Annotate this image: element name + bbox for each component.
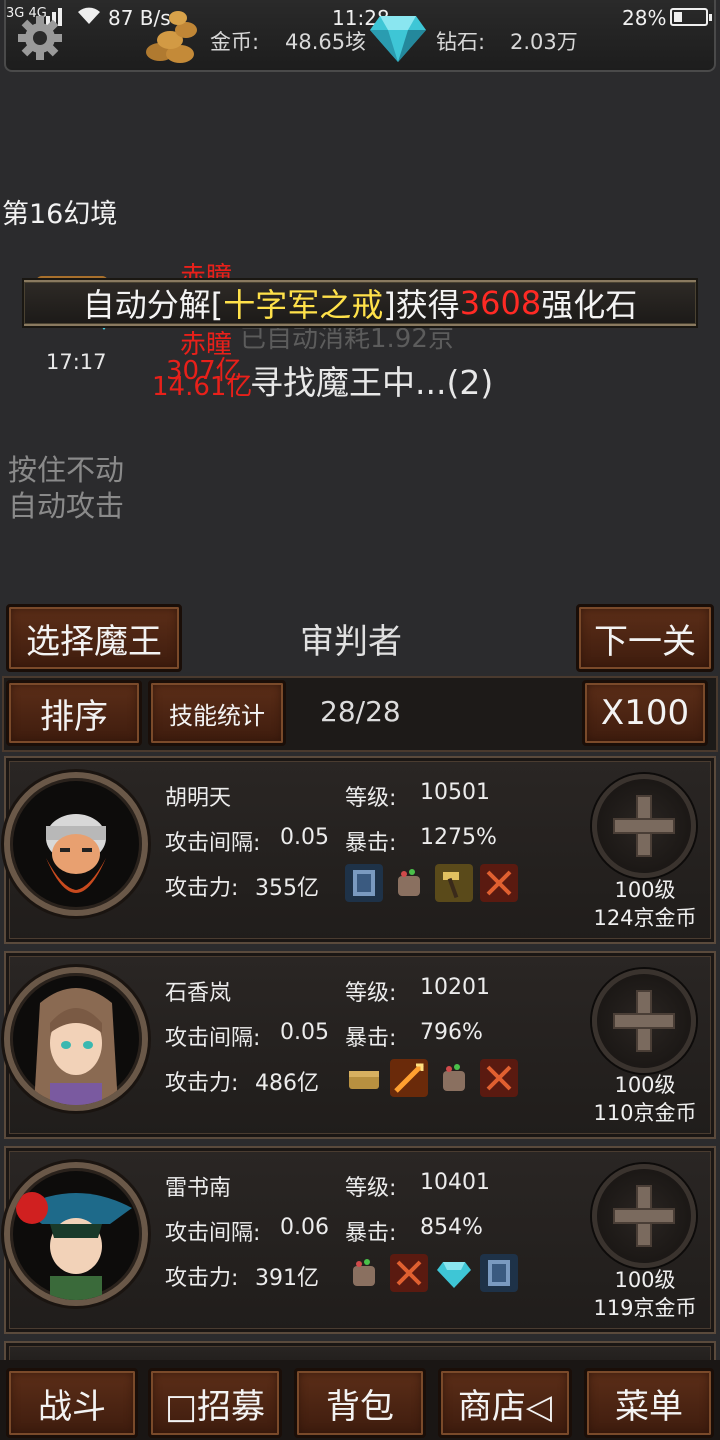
chest-timer: 17:17 xyxy=(46,350,107,374)
upgrade-plus-button[interactable] xyxy=(592,1164,696,1268)
cross-skill-icon[interactable] xyxy=(480,864,518,902)
battery-icon xyxy=(670,8,712,26)
nav-shop-button[interactable]: 商店◁ xyxy=(438,1368,572,1438)
nav-battle-button[interactable]: 战斗 xyxy=(6,1368,138,1438)
notice-amount: 3608 xyxy=(459,284,542,322)
crit-label: 暴击: xyxy=(345,1221,397,1246)
upgrade-info: 100级 110京金币 xyxy=(580,1071,710,1127)
gem-label: 钻石: xyxy=(436,30,486,54)
upgrade-info: 100级 119京金币 xyxy=(580,1266,710,1322)
stage-title: 第16幻境 xyxy=(2,199,118,230)
auto-attack-hint: 按住不动 自动攻击 xyxy=(8,452,124,524)
boss-name: 审判者 xyxy=(300,622,402,662)
crit-value: 854% xyxy=(420,1215,483,1240)
upgrade-level: 100级 xyxy=(614,1268,676,1292)
crit-value: 796% xyxy=(420,1020,483,1045)
level-label: 等级: xyxy=(345,981,397,1006)
skill-stats-button[interactable]: 技能统计 xyxy=(148,680,286,746)
auto-dismantle-notice: 自动分解[十字军之戒]获得 3608 强化石 xyxy=(24,280,696,326)
nav-recruit-button[interactable]: □招募 xyxy=(148,1368,282,1438)
nav-menu-button[interactable]: 菜单 xyxy=(584,1368,714,1438)
level-label: 等级: xyxy=(345,1176,397,1201)
level-value: 10201 xyxy=(420,975,490,1000)
upgrade-level: 100级 xyxy=(614,878,676,902)
attack-value: 355亿 xyxy=(255,876,319,901)
floating-damage-value-2: 14.61亿 xyxy=(152,372,253,402)
gold-value: 48.65垓 xyxy=(285,30,367,54)
diamond-icon xyxy=(370,12,426,64)
upgrade-cost: 119京金币 xyxy=(593,1296,697,1320)
level-label: 等级: xyxy=(345,786,397,811)
upgrade-level: 100级 xyxy=(614,1073,676,1097)
hero-portrait-swordswoman[interactable] xyxy=(4,967,148,1111)
crit-value: 1275% xyxy=(420,825,497,850)
interval-value: 0.05 xyxy=(280,1020,329,1045)
hero-name: 胡明天 xyxy=(165,786,232,811)
crit-label: 暴击: xyxy=(345,1026,397,1051)
hero-name: 雷书南 xyxy=(165,1176,232,1201)
upgrade-plus-button[interactable] xyxy=(592,774,696,878)
notice-middle: ]获得 xyxy=(383,286,460,324)
upgrade-info: 100级 124京金币 xyxy=(580,876,710,932)
nav-bag-button[interactable]: 背包 xyxy=(294,1368,426,1438)
next-stage-button[interactable]: 下一关 xyxy=(576,604,714,672)
hint-line-2: 自动攻击 xyxy=(8,489,125,523)
select-boss-button[interactable]: 选择魔王 xyxy=(6,604,182,672)
interval-label: 攻击间隔: xyxy=(165,1026,261,1051)
settings-gear-icon[interactable] xyxy=(16,14,64,62)
attack-value: 391亿 xyxy=(255,1266,319,1291)
bag-skill-icon[interactable] xyxy=(435,1059,473,1097)
notice-prefix: 自动分解[ xyxy=(82,286,224,324)
interval-label: 攻击间隔: xyxy=(165,831,261,856)
upgrade-cost: 124京金币 xyxy=(593,906,697,930)
hero-portrait-pirate[interactable] xyxy=(4,1162,148,1306)
upgrade-multiplier-button[interactable]: X100 xyxy=(582,680,708,746)
cross-skill-icon[interactable] xyxy=(390,1254,428,1292)
level-value: 10501 xyxy=(420,780,490,805)
battery-percent: 28% xyxy=(622,6,667,30)
gold-label: 金币: xyxy=(210,30,260,54)
fire-arrow-skill-icon[interactable] xyxy=(390,1059,428,1097)
upgrade-plus-button[interactable] xyxy=(592,969,696,1073)
interval-value: 0.05 xyxy=(280,825,329,850)
upgrade-cost: 110京金币 xyxy=(593,1101,697,1125)
diamond-skill-icon[interactable] xyxy=(435,1254,473,1292)
bag-skill-icon[interactable] xyxy=(345,1254,383,1292)
hero-portrait-dwarf[interactable] xyxy=(4,772,148,916)
level-value: 10401 xyxy=(420,1170,490,1195)
crit-label: 暴击: xyxy=(345,831,397,856)
notice-item-name: 十字军之戒 xyxy=(223,286,384,324)
chest-skill-icon[interactable] xyxy=(345,1059,383,1097)
hero-name: 石香岚 xyxy=(165,981,232,1006)
attack-label: 攻击力: xyxy=(165,1266,239,1291)
cross-skill-icon[interactable] xyxy=(480,1059,518,1097)
searching-boss-status: 寻找魔王中...(2) xyxy=(250,363,494,402)
interval-value: 0.06 xyxy=(280,1215,329,1240)
hero-count: 28/28 xyxy=(320,695,401,728)
bag-skill-icon[interactable] xyxy=(390,864,428,902)
armor-skill-icon[interactable] xyxy=(480,1254,518,1292)
gold-coins-icon xyxy=(140,8,202,66)
hint-line-1: 按住不动 xyxy=(8,453,125,487)
armor-skill-icon[interactable] xyxy=(345,864,383,902)
hammer-skill-icon[interactable] xyxy=(435,864,473,902)
gem-value: 2.03万 xyxy=(510,30,578,54)
interval-label: 攻击间隔: xyxy=(165,1221,261,1246)
wifi-icon xyxy=(76,6,102,26)
attack-label: 攻击力: xyxy=(165,1071,239,1096)
attack-value: 486亿 xyxy=(255,1071,319,1096)
sort-button[interactable]: 排序 xyxy=(6,680,142,746)
attack-label: 攻击力: xyxy=(165,876,239,901)
notice-suffix: 强化石 xyxy=(541,286,638,324)
